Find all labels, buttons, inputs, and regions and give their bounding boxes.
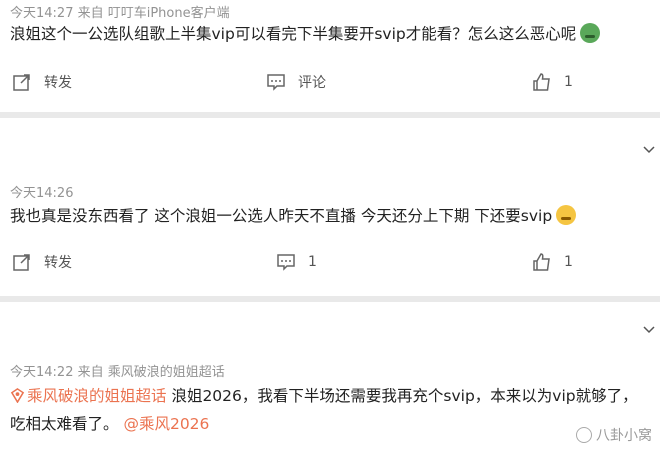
comment-actions: 转发 1 1 [0, 250, 660, 274]
thumbs-up-icon [533, 253, 550, 271]
like-count: 1 [564, 74, 573, 90]
like-button[interactable]: 1 [532, 70, 573, 94]
like-count: 1 [564, 254, 573, 270]
repost-button[interactable]: 转发 [12, 70, 72, 94]
comment-meta: 今天14:22 来自 乘风破浪的姐姐超话 [10, 365, 225, 380]
super-topic-icon [10, 388, 25, 403]
comment-card: 今天14:27 来自 叮叮车iPhone客户端 浪姐这个一公选队组歌上半集vip… [0, 0, 660, 112]
thumbs-up-icon [533, 73, 550, 91]
chevron-down-icon[interactable] [642, 142, 656, 156]
comment-text: 我也真是没东西看了 这个浪姐一公选人昨天不直播 今天还分上下期 下还要svip [10, 202, 620, 230]
comment-meta: 今天14:26 [10, 186, 74, 201]
tired-emoji-icon [556, 205, 577, 225]
comment-body: 浪姐这个一公选队组歌上半集vip可以看完下半集要开svip才能看？怎么这么恶心呢 [10, 25, 577, 43]
like-button[interactable]: 1 [532, 250, 573, 274]
comment-text: 乘风破浪的姐姐超话 浪姐2026，我看下半场还需要我再充个svip，本来以为vi… [10, 382, 650, 438]
watermark-logo-icon [576, 427, 592, 443]
chevron-down-icon[interactable] [642, 322, 656, 336]
repost-label: 转发 [44, 75, 72, 91]
watermark: 八卦小窝 [576, 425, 652, 445]
repost-button[interactable]: 转发 [12, 250, 72, 274]
comment-text: 浪姐这个一公选队组歌上半集vip可以看完下半集要开svip才能看？怎么这么恶心呢 [10, 20, 620, 48]
comment-body: 我也真是没东西看了 这个浪姐一公选人昨天不直播 今天还分上下期 下还要svip [10, 207, 553, 225]
watermark-text: 八卦小窝 [596, 428, 652, 444]
comment-button[interactable]: 1 [276, 250, 317, 274]
comment-card: 今天14:26 我也真是没东西看了 这个浪姐一公选人昨天不直播 今天还分上下期 … [0, 118, 660, 296]
repost-icon [13, 254, 30, 271]
repost-label: 转发 [44, 255, 72, 271]
comment-icon [277, 254, 295, 271]
comment-label: 评论 [298, 75, 326, 91]
comment-button[interactable]: 评论 [266, 70, 326, 94]
repost-icon [13, 74, 30, 91]
comment-icon [267, 74, 285, 91]
comment-card: 今天14:22 来自 乘风破浪的姐姐超话 乘风破浪的姐姐超话 浪姐2026，我看… [0, 302, 660, 455]
comment-meta: 今天14:27 来自 叮叮车iPhone客户端 [10, 6, 230, 21]
comment-count: 1 [308, 254, 317, 270]
username-link[interactable]: 乘风破浪的姐姐超话 [27, 387, 167, 405]
comment-actions: 转发 评论 1 [0, 70, 660, 94]
mention-link[interactable]: @乘风2026 [123, 415, 209, 433]
nausea-emoji-icon [580, 23, 601, 43]
